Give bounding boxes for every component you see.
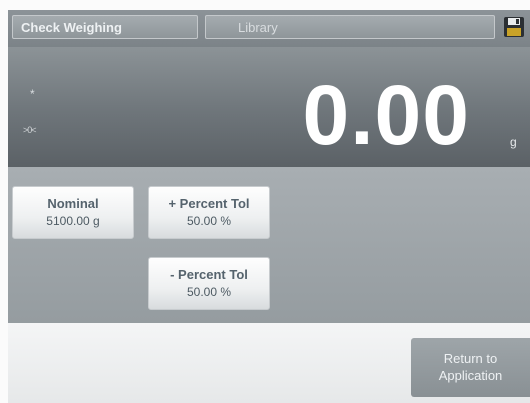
weight-value: 0.00 (302, 68, 470, 162)
nominal-value: 5100.00 g (46, 214, 100, 228)
center-of-zero-indicator: >0< (23, 125, 36, 135)
weight-unit[interactable]: g (510, 135, 517, 149)
top-bar: Check Weighing Library (8, 10, 530, 47)
bottom-bar: Return to Application (8, 323, 530, 403)
nominal-button[interactable]: Nominal 5100.00 g (12, 186, 134, 239)
plus-percent-tol-label: + Percent Tol (168, 196, 250, 211)
weight-display: * >0< 0.00 g (8, 47, 530, 167)
return-label-line2: Application (438, 368, 503, 383)
scale-screen: Check Weighing Library * >0< 0.00 g Nomi… (8, 10, 530, 403)
minus-percent-tol-button[interactable]: - Percent Tol 50.00 % (148, 257, 270, 310)
minus-percent-tol-value: 50.00 % (186, 285, 232, 299)
plus-percent-tol-value: 50.00 % (186, 214, 232, 228)
parameter-panel: Nominal 5100.00 g + Percent Tol 50.00 % … (8, 167, 530, 323)
tab-library[interactable]: Library (205, 15, 495, 39)
nominal-label: Nominal (47, 196, 99, 211)
plus-percent-tol-button[interactable]: + Percent Tol 50.00 % (148, 186, 270, 239)
tab-check-weighing[interactable]: Check Weighing (12, 15, 198, 39)
save-icon[interactable] (503, 16, 525, 38)
return-to-application-button[interactable]: Return to Application (411, 338, 530, 397)
return-label-line1: Return to (443, 351, 498, 366)
minus-percent-tol-label: - Percent Tol (170, 267, 248, 282)
stability-indicator: * (30, 87, 35, 101)
